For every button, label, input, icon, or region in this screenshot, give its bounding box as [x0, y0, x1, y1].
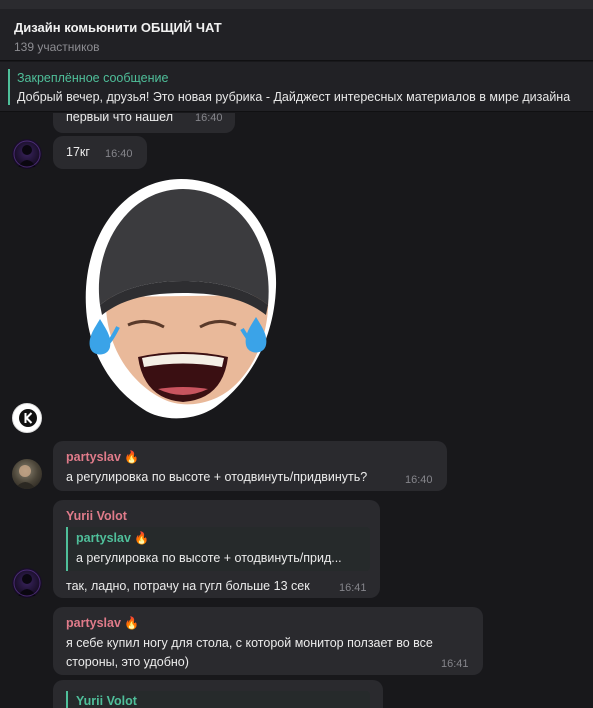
sticker-image — [85, 179, 277, 419]
fire-emoji: 🔥 — [124, 616, 140, 630]
reply-sender-text: partyslav — [76, 531, 131, 545]
pinned-label: Закреплённое сообщение — [17, 71, 169, 85]
message-list[interactable]: первый что нашел 16:40 17кг 16:40 partys… — [0, 113, 593, 708]
sender-name-text: partyslav — [66, 450, 121, 464]
fire-emoji: 🔥 — [134, 531, 150, 545]
reply-text: а регулировка по высоте + отодвинуть/при… — [76, 551, 342, 565]
avatar[interactable] — [12, 403, 42, 433]
avatar[interactable] — [12, 139, 42, 169]
sender-name[interactable]: partyslav 🔥 — [66, 616, 139, 630]
reply-quote[interactable]: Yurii Volot — [66, 691, 370, 708]
reply-quote[interactable]: partyslav 🔥 а регулировка по высоте + от… — [66, 527, 370, 571]
message-time: 16:40 — [195, 113, 223, 124]
k-logo-icon — [19, 409, 37, 427]
sender-name[interactable]: Yurii Volot — [66, 509, 127, 523]
sender-name-text: partyslav — [66, 616, 121, 630]
message-text-line: я себе купил ногу для стола, с которой м… — [66, 636, 433, 650]
avatar-figure-icon — [13, 140, 41, 168]
message-text: так, ладно, потрачу на гугл больше 13 се… — [66, 579, 310, 593]
member-count: 139 участников — [14, 40, 100, 54]
pinned-accent-bar — [8, 69, 10, 105]
sender-name[interactable]: partyslav 🔥 — [66, 450, 139, 464]
message-time: 16:41 — [339, 582, 367, 594]
laughing-crying-face-sticker[interactable] — [78, 177, 284, 427]
message-text: 17кг — [66, 145, 90, 159]
message-text: первый что нашел — [66, 113, 173, 124]
fire-emoji: 🔥 — [124, 450, 140, 464]
avatar[interactable] — [12, 568, 42, 598]
message-time: 16:40 — [105, 148, 133, 160]
message-time: 16:40 — [405, 474, 433, 486]
message-bubble[interactable]: первый что нашел 16:40 — [53, 113, 235, 133]
message-text-line: стороны, это удобно) — [66, 655, 189, 669]
chat-header[interactable]: Дизайн комьюнити ОБЩИЙ ЧАТ 139 участнико… — [0, 9, 593, 61]
avatar-person-icon — [15, 465, 36, 489]
avatar-figure-icon — [13, 569, 41, 597]
message-text: а регулировка по высоте + отодвинуть/при… — [66, 470, 368, 484]
message-bubble[interactable]: Yurii Volot partyslav 🔥 а регулировка по… — [53, 500, 380, 598]
reply-sender: Yurii Volot — [76, 694, 137, 708]
pinned-text: Добрый вечер, друзья! Это новая рубрика … — [17, 90, 571, 104]
message-bubble[interactable]: partyslav 🔥 я себе купил ногу для стола,… — [53, 607, 483, 675]
message-bubble[interactable]: 17кг 16:40 — [53, 136, 147, 169]
message-bubble[interactable]: partyslav 🔥 а регулировка по высоте + от… — [53, 441, 447, 491]
message-bubble[interactable]: Yurii Volot — [53, 680, 383, 708]
pinned-message[interactable]: Закреплённое сообщение Добрый вечер, дру… — [0, 62, 593, 112]
avatar[interactable] — [12, 459, 42, 489]
chat-title: Дизайн комьюнити ОБЩИЙ ЧАТ — [14, 20, 222, 35]
reply-sender: partyslav 🔥 — [76, 531, 149, 545]
message-time: 16:41 — [441, 658, 469, 670]
window-top-strip — [0, 0, 593, 9]
